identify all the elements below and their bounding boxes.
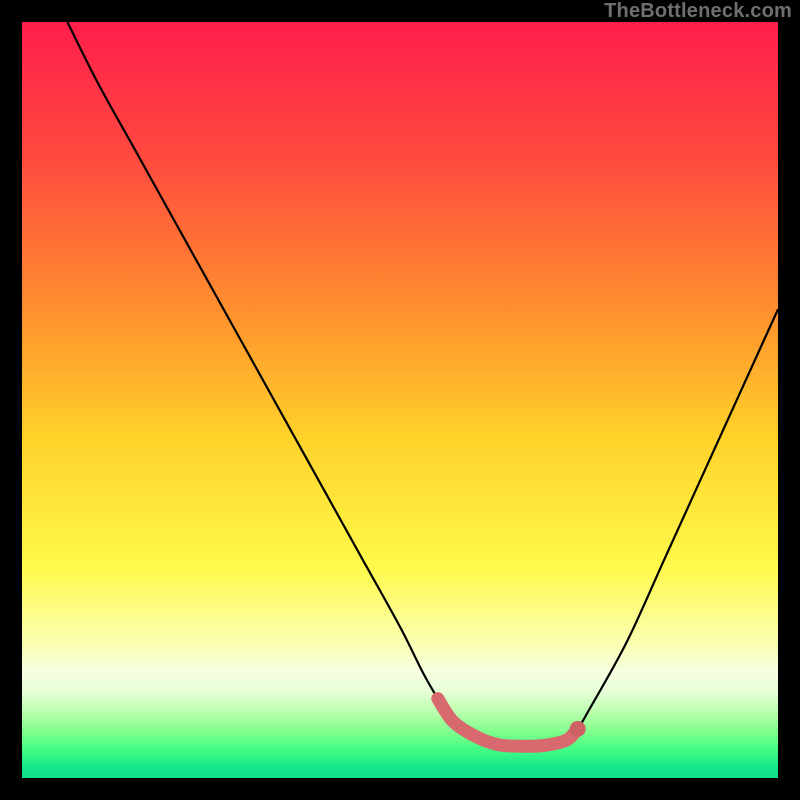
gradient-background bbox=[22, 22, 778, 778]
threshold-dot bbox=[570, 721, 586, 737]
attribution-label: TheBottleneck.com bbox=[604, 0, 792, 23]
outer-frame: TheBottleneck.com bbox=[0, 0, 800, 800]
plot-area bbox=[22, 22, 778, 778]
bottleneck-chart bbox=[22, 22, 778, 778]
